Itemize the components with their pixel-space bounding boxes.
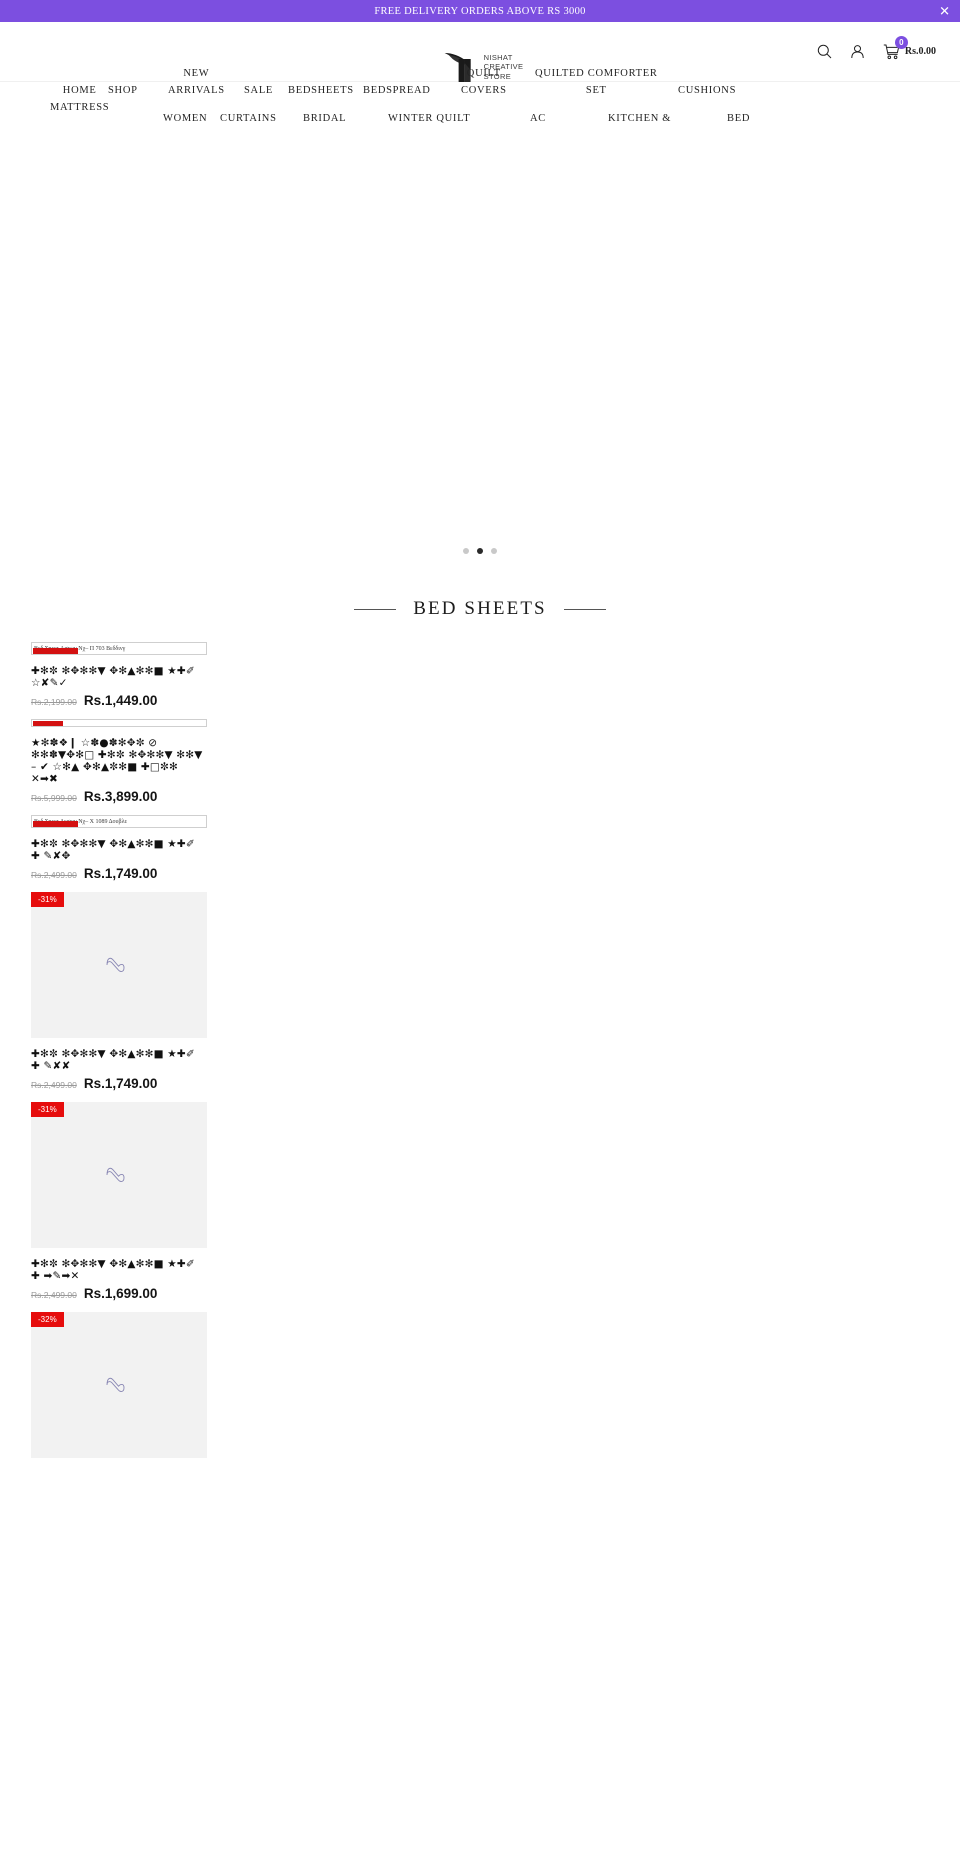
product-title[interactable]: ✚✻✼ ✻✥✻✻▼ ✥✻▲✻✻■ ★✚✐ ✚ ✎✘✥ bbox=[31, 838, 207, 862]
discount-badge: -31% bbox=[31, 1102, 64, 1117]
product-title[interactable]: ✚✻✼ ✻✥✻✻▼ ✥✻▲✻✻■ ★✚✐ ✚ ✎✘✘ bbox=[31, 1048, 207, 1072]
product-image-placeholder[interactable]: -31% bbox=[31, 1102, 207, 1248]
nav-item-label: BED bbox=[727, 113, 751, 124]
product-price: Rs.1,749.00 bbox=[83, 1076, 158, 1091]
slider-dot-2[interactable] bbox=[477, 548, 483, 554]
product-card[interactable]: -32% bbox=[31, 1312, 207, 1458]
nav-item-bedspread[interactable]: BEDSPREAD bbox=[363, 82, 431, 99]
nav-item-label: AC bbox=[530, 113, 546, 124]
product-price: Rs.1,449.00 bbox=[83, 693, 158, 708]
product-prices: Rs.2,499.00 Rs.1,749.00 bbox=[31, 866, 207, 881]
nav-item-label: BEDSHEETS bbox=[288, 85, 354, 96]
nav-item-label: KITCHEN & bbox=[608, 113, 672, 124]
nav-item-label: BRIDAL bbox=[303, 113, 347, 124]
nav-item-bedsheets[interactable]: BEDSHEETS bbox=[288, 82, 354, 99]
product-prices: Rs.2,499.00 Rs.1,699.00 bbox=[31, 1286, 207, 1301]
product-prices: Rs.5,999.00 Rs.3,899.00 bbox=[31, 789, 207, 804]
nav-item-bed[interactable]: BED bbox=[727, 110, 750, 127]
nav-item-label: CURTAINS bbox=[220, 113, 277, 124]
nav-item-label: WINTER QUILT bbox=[388, 113, 471, 124]
nav-item-label: QUILT bbox=[466, 68, 501, 79]
section-heading: BED SHEETS bbox=[0, 598, 960, 620]
nav-item-winter-quilt[interactable]: WINTER QUILT bbox=[388, 110, 470, 127]
product-old-price: Rs.2,199.00 bbox=[31, 697, 77, 707]
nav-item-home[interactable]: HOME MATTRESS bbox=[50, 82, 109, 116]
announcement-bar: FREE DELIVERY ORDERS ABOVE RS 3000 ✕ bbox=[0, 0, 960, 22]
product-old-price: Rs.2,499.00 bbox=[31, 1080, 77, 1090]
product-old-price: Rs.2,499.00 bbox=[31, 1290, 77, 1300]
product-image-broken[interactable]: Βεδ Σηεετ Δεσιγν Νχ– Χ 1089 Δουβλε bbox=[31, 815, 207, 828]
discount-badge: -32% bbox=[31, 1312, 64, 1327]
nav-item-sublabel: MATTRESS bbox=[50, 102, 110, 113]
nav-item-cushions[interactable]: CUSHIONS bbox=[678, 82, 736, 99]
product-grid: Βεδ Σηεετ Αστων Νχ– Π 703 Βεδδινγ ✚✻✼ ✻✥✻… bbox=[0, 642, 960, 1469]
header-actions: 0 Rs.0.00 bbox=[817, 35, 936, 60]
nav-item-label: CUSHIONS bbox=[678, 85, 737, 96]
nav-item-label: BEDSPREAD bbox=[363, 85, 431, 96]
nav-item-label: NEW bbox=[183, 68, 210, 79]
nav-item-quilt[interactable]: QUILT COVERS bbox=[461, 65, 507, 99]
product-prices: Rs.2,199.00 Rs.1,449.00 bbox=[31, 693, 207, 708]
loading-spinner-icon bbox=[106, 1377, 125, 1392]
cart-button[interactable]: 0 Rs.0.00 bbox=[883, 35, 936, 60]
close-icon[interactable]: ✕ bbox=[939, 5, 950, 18]
cart-total: Rs.0.00 bbox=[904, 46, 936, 57]
broken-image-icon bbox=[33, 721, 63, 726]
nav-item-quilted-comforter[interactable]: QUILTED COMFORTER SET bbox=[535, 65, 658, 99]
product-image-placeholder[interactable]: -31% bbox=[31, 892, 207, 1038]
product-price: Rs.1,699.00 bbox=[83, 1286, 158, 1301]
product-card[interactable]: -31% ✚✻✼ ✻✥✻✻▼ ✥✻▲✻✻■ ★✚✐ ✚ ➡✎➡✕ Rs.2,499.… bbox=[31, 1102, 207, 1301]
hero-slider[interactable] bbox=[0, 145, 960, 570]
slider-dot-3[interactable] bbox=[491, 548, 497, 554]
product-price: Rs.3,899.00 bbox=[83, 789, 158, 804]
product-card[interactable]: Βεδ Σηεετ Δεσιγν Νχ– Χ 1089 Δουβλε ✚✻✼ ✻✥… bbox=[31, 815, 207, 881]
nav-item-label: SHOP bbox=[108, 85, 138, 96]
nav-item-label: WOMEN bbox=[163, 113, 208, 124]
product-old-price: Rs.2,499.00 bbox=[31, 870, 77, 880]
loading-spinner-icon bbox=[106, 1167, 125, 1182]
nav-item-women[interactable]: WOMEN bbox=[163, 110, 207, 127]
heading-rule-left bbox=[354, 608, 397, 610]
product-prices: Rs.2,499.00 Rs.1,749.00 bbox=[31, 1076, 207, 1091]
product-image-broken[interactable]: Βεδ Σηεετ Αστων Νχ– Π 703 Βεδδινγ bbox=[31, 642, 207, 655]
nav-item-label: QUILTED COMFORTER bbox=[535, 68, 658, 79]
product-card[interactable]: Βεδ Σηεετ Αστων Νχ– Π 703 Βεδδινγ ✚✻✼ ✻✥✻… bbox=[31, 642, 207, 708]
slider-dot-1[interactable] bbox=[463, 548, 469, 554]
product-title[interactable]: ★✻✽❖❙ ☆✽●✽✻✥✼ ⊘ ✻✻✽▼✥✻□ ✚✻✼ ✻✥✻✻▼ ✻✻▼ – … bbox=[31, 737, 207, 785]
nav-item-shop[interactable]: SHOP bbox=[108, 82, 138, 99]
nav-item-curtains[interactable]: CURTAINS bbox=[220, 110, 277, 127]
discount-badge: -31% bbox=[31, 892, 64, 907]
cart-count-badge: 0 bbox=[894, 35, 908, 49]
brand-line-1: NISHAT bbox=[483, 53, 513, 63]
heading-rule-right bbox=[563, 608, 606, 610]
nav-item-bridal[interactable]: BRIDAL bbox=[303, 110, 346, 127]
product-title[interactable]: ✚✻✼ ✻✥✻✻▼ ✥✻▲✻✻■ ★✚✐ ✚ ➡✎➡✕ bbox=[31, 1258, 207, 1282]
broken-image-icon bbox=[33, 821, 78, 827]
search-icon[interactable] bbox=[817, 44, 832, 59]
loading-spinner-icon bbox=[106, 957, 125, 972]
nav-item-sublabel: COVERS bbox=[461, 85, 507, 96]
product-card[interactable]: ★✻✽❖❙ ☆✽●✽✻✥✼ ⊘ ✻✻✽▼✥✻□ ✚✻✼ ✻✥✻✻▼ ✻✻▼ – … bbox=[31, 719, 207, 804]
nav-item-label: SALE bbox=[244, 85, 274, 96]
product-title[interactable]: ✚✻✼ ✻✥✻✻▼ ✥✻▲✻✻■ ★✚✐ ☆✘✎✓ bbox=[31, 665, 207, 689]
nav-item-sublabel: ARRIVALS bbox=[168, 85, 225, 96]
nav-item-sale[interactable]: SALE bbox=[244, 82, 273, 99]
nav-item-sublabel: SET bbox=[585, 85, 607, 96]
announcement-text: FREE DELIVERY ORDERS ABOVE RS 3000 bbox=[374, 5, 586, 17]
page-title: BED SHEETS bbox=[413, 598, 547, 619]
product-image-broken[interactable] bbox=[31, 719, 207, 727]
account-icon[interactable] bbox=[850, 44, 865, 59]
product-card[interactable]: -31% ✚✻✼ ✻✥✻✻▼ ✥✻▲✻✻■ ★✚✐ ✚ ✎✘✘ Rs.2,499.0… bbox=[31, 892, 207, 1091]
product-price: Rs.1,749.00 bbox=[83, 866, 158, 881]
main-navigation: HOME MATTRESS SHOP NEW ARRIVALS WOMEN SALE CURT… bbox=[0, 68, 960, 145]
hero-slider-dots bbox=[463, 548, 497, 554]
nav-item-new[interactable]: NEW ARRIVALS bbox=[168, 65, 225, 99]
product-old-price: Rs.5,999.00 bbox=[31, 793, 77, 803]
nav-item-label: HOME bbox=[62, 85, 97, 96]
broken-image-icon bbox=[33, 648, 78, 654]
nav-item-ac[interactable]: AC bbox=[530, 110, 546, 127]
product-image-placeholder[interactable]: -32% bbox=[31, 1312, 207, 1458]
nav-item-kitchen[interactable]: KITCHEN & bbox=[608, 110, 671, 127]
